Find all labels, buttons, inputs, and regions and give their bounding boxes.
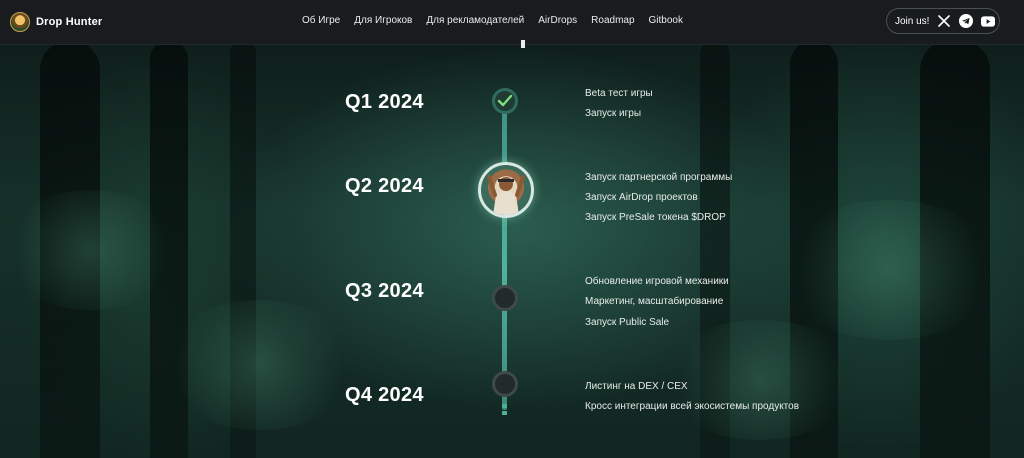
- roadmap-item: Запуск Public Sale: [585, 317, 670, 328]
- foliage-cluster: [780, 200, 1000, 340]
- foliage-cluster: [0, 190, 180, 310]
- nav-link-roadmap[interactable]: Roadmap: [591, 15, 634, 26]
- quarter-label-q3: Q3 2024: [345, 280, 424, 302]
- youtube-icon[interactable]: [981, 14, 996, 28]
- nav-link-about-game[interactable]: Об Игре: [302, 15, 340, 26]
- brand[interactable]: Drop Hunter: [10, 11, 102, 33]
- telegram-icon[interactable]: [959, 14, 974, 28]
- milestone-upcoming-node: [492, 285, 518, 311]
- nav-link-airdrops[interactable]: AirDrops: [538, 15, 577, 26]
- brand-name: Drop Hunter: [36, 16, 103, 28]
- quarter-label-q2: Q2 2024: [345, 175, 424, 197]
- roadmap-item: Beta тест игры: [585, 88, 653, 99]
- top-navbar: Drop Hunter Об Игре Для Игроков Для рекл…: [0, 0, 1024, 45]
- roadmap-item: Листинг на DEX / CEX: [585, 381, 688, 392]
- roadmap-item: Запуск AirDrop проектов: [585, 192, 698, 203]
- timeline-line: [502, 92, 507, 410]
- join-us-label: Join us!: [895, 15, 930, 27]
- checkmark-icon: [497, 94, 513, 107]
- current-milestone-avatar: [478, 162, 534, 218]
- foliage-cluster: [160, 300, 360, 430]
- roadmap-item: Обновление игровой механики: [585, 276, 729, 287]
- x-icon[interactable]: [937, 14, 951, 28]
- roadmap-item: Запуск PreSale токена $DROP: [585, 212, 726, 223]
- nav-links: Об Игре Для Игроков Для рекламодателей A…: [302, 15, 683, 26]
- nav-link-for-advertisers[interactable]: Для рекламодателей: [426, 15, 524, 26]
- timeline-dash: [502, 404, 507, 408]
- timeline-top-tick: [521, 40, 525, 48]
- social-links: Join us!: [886, 8, 1000, 34]
- nav-link-for-players[interactable]: Для Игроков: [354, 15, 412, 26]
- roadmap-item: Запуск игры: [585, 108, 642, 119]
- hunter-character-icon: [487, 175, 525, 215]
- timeline-dash: [502, 411, 507, 415]
- milestone-upcoming-node: [492, 371, 518, 397]
- roadmap-item: Маркетинг, масштабирование: [585, 296, 724, 307]
- nav-link-gitbook[interactable]: Gitbook: [649, 15, 683, 26]
- milestone-done-node: [492, 88, 518, 114]
- foliage-cluster: [660, 320, 860, 440]
- quarter-label-q1: Q1 2024: [345, 91, 424, 113]
- brand-logo-icon: [10, 12, 30, 32]
- roadmap-item: Кросс интеграции всей экосистемы продукт…: [585, 401, 800, 412]
- quarter-label-q4: Q4 2024: [345, 384, 424, 406]
- roadmap-item: Запуск партнерской программы: [585, 172, 733, 183]
